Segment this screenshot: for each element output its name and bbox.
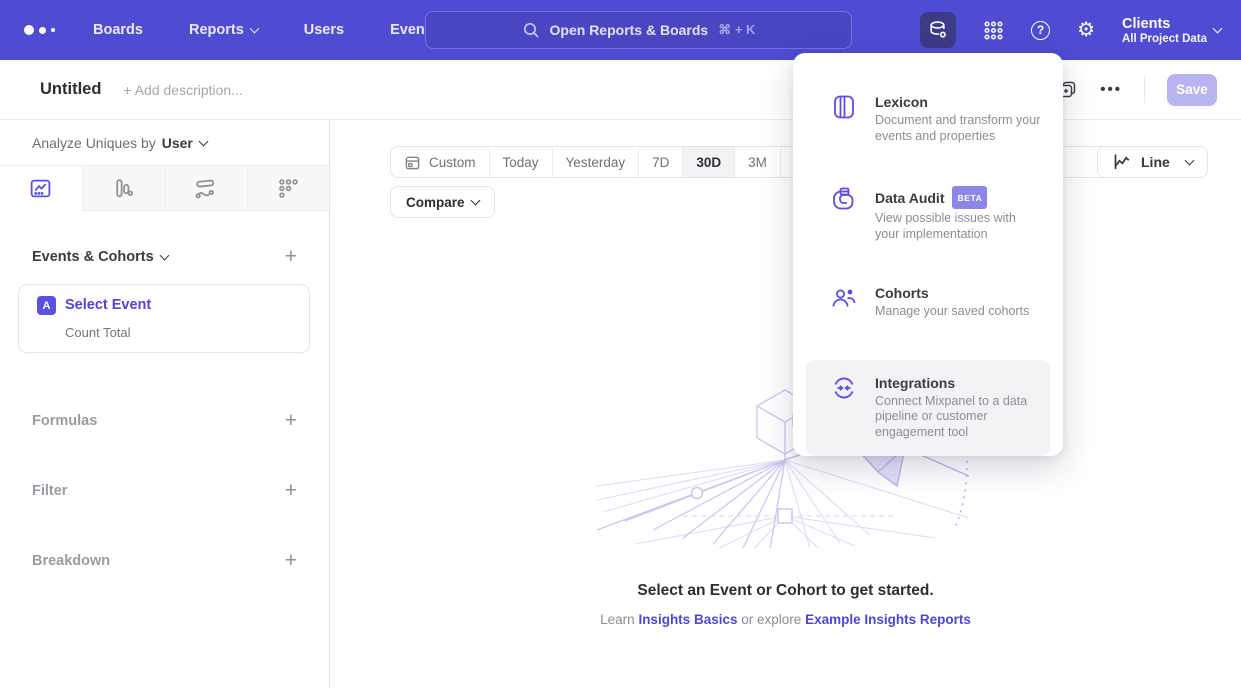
learn-text: Learn — [600, 612, 635, 627]
date-range-3m[interactable]: 3M — [734, 147, 780, 177]
menu-item-data-audit[interactable]: Data Audit BETA View possible issues wit… — [806, 186, 1050, 242]
settings-button[interactable]: ⚙ — [1077, 20, 1095, 40]
chart-area: Custom Today Yesterday 7D 30D 3M 6M Comp… — [330, 120, 1241, 688]
chevron-down-icon — [159, 251, 169, 261]
date-range-custom[interactable]: Custom — [391, 147, 489, 177]
apps-grid-button[interactable] — [983, 20, 1004, 41]
chevron-down-icon — [249, 24, 259, 34]
save-button[interactable]: Save — [1167, 74, 1217, 106]
menu-item-description: Manage your saved cohorts — [875, 304, 1029, 320]
empty-state-links: Learn Insights Basics or explore Example… — [330, 612, 1241, 627]
search-placeholder: Open Reports & Boards — [550, 22, 709, 38]
navbar-actions: ? ⚙ Clients All Project Data — [920, 0, 1221, 60]
event-card[interactable]: A Select Event Count Total — [18, 284, 310, 353]
nav-item-reports[interactable]: Reports — [189, 22, 258, 38]
global-search-input[interactable]: Open Reports & Boards ⌘ + K — [425, 11, 852, 49]
count-type-label[interactable]: Count Total — [65, 325, 131, 340]
project-name: All Project Data — [1122, 33, 1207, 45]
menu-item-description: View possible issues with your implement… — [875, 211, 1042, 242]
date-range-30d[interactable]: 30D — [682, 147, 734, 177]
date-range-today[interactable]: Today — [489, 147, 552, 177]
line-chart-icon — [1112, 152, 1132, 172]
chevron-down-icon — [1184, 156, 1194, 166]
tab-metric[interactable] — [247, 166, 330, 211]
breakdown-header: Breakdown — [32, 553, 110, 569]
top-navbar: Boards Reports Users Events Open Reports… — [0, 0, 1241, 60]
menu-item-cohorts[interactable]: Cohorts Manage your saved cohorts — [806, 284, 1050, 320]
project-selector[interactable]: Clients All Project Data — [1122, 16, 1221, 45]
report-title[interactable]: Untitled — [40, 80, 101, 99]
select-event-label[interactable]: Select Event — [65, 297, 151, 313]
add-event-button[interactable]: + — [285, 247, 297, 267]
data-audit-icon — [830, 186, 858, 214]
divider — [1144, 77, 1145, 103]
add-formula-button[interactable]: + — [285, 411, 297, 431]
example-reports-link[interactable]: Example Insights Reports — [805, 612, 971, 627]
beta-badge: BETA — [952, 186, 987, 209]
menu-item-title: Cohorts — [875, 284, 1029, 302]
menu-item-lexicon[interactable]: Lexicon Document and transform your even… — [806, 93, 1050, 144]
database-gear-icon — [927, 19, 949, 41]
tab-linear-trend[interactable] — [0, 166, 82, 211]
filter-header: Filter — [32, 483, 67, 499]
chart-type-dropdown[interactable]: Line — [1097, 146, 1208, 178]
data-management-menu: Lexicon Document and transform your even… — [793, 53, 1063, 456]
add-filter-button[interactable]: + — [285, 481, 297, 501]
date-range-7d[interactable]: 7D — [638, 147, 682, 177]
cohorts-users-icon — [830, 284, 858, 312]
compare-button[interactable]: Compare — [390, 186, 495, 218]
events-cohorts-header[interactable]: Events & Cohorts — [32, 249, 168, 265]
nav-item-boards[interactable]: Boards — [93, 22, 143, 38]
menu-item-title: Data Audit — [875, 189, 944, 207]
question-mark-icon: ? — [1031, 21, 1050, 40]
measurement-tabs — [0, 165, 329, 211]
chevron-down-icon — [1213, 24, 1223, 34]
lexicon-book-icon — [830, 93, 858, 121]
date-range-control: Custom Today Yesterday 7D 30D 3M 6M — [390, 146, 827, 178]
nav-item-users[interactable]: Users — [304, 22, 344, 38]
mixpanel-logo[interactable] — [24, 25, 55, 35]
tab-bar-chart[interactable] — [82, 166, 165, 211]
menu-item-description: Document and transform your events and p… — [875, 113, 1042, 144]
chevron-down-icon — [470, 196, 480, 206]
chevron-down-icon — [198, 137, 208, 147]
analyze-label: Analyze Uniques by — [32, 135, 156, 151]
menu-item-title: Integrations — [875, 374, 1042, 392]
more-options-button[interactable]: ••• — [1100, 81, 1122, 98]
analyze-by-dropdown[interactable]: User — [162, 135, 207, 151]
calendar-icon — [404, 154, 421, 171]
date-range-yesterday[interactable]: Yesterday — [552, 147, 639, 177]
query-builder-sidebar: Analyze Uniques by User — [0, 120, 330, 688]
line-chart-icon — [29, 177, 52, 200]
series-badge: A — [37, 296, 56, 315]
primary-nav: Boards Reports Users Events — [93, 22, 438, 38]
help-button[interactable]: ? — [1031, 21, 1050, 40]
add-breakdown-button[interactable]: + — [285, 551, 297, 571]
menu-item-description: Connect Mixpanel to a data pipeline or c… — [875, 394, 1042, 441]
formulas-header: Formulas — [32, 413, 97, 429]
gear-icon: ⚙ — [1077, 20, 1095, 40]
menu-item-integrations[interactable]: Integrations Connect Mixpanel to a data … — [806, 360, 1050, 457]
add-description-field[interactable]: + Add description... — [123, 82, 242, 98]
grid-apps-icon — [983, 20, 1004, 41]
integrations-sync-icon — [830, 374, 858, 402]
menu-item-title: Lexicon — [875, 93, 1042, 111]
search-shortcut: ⌘ + K — [718, 22, 755, 38]
tab-flow[interactable] — [164, 166, 247, 211]
search-icon — [522, 21, 540, 39]
data-management-button[interactable] — [920, 12, 956, 48]
bar-chart-icon — [112, 177, 135, 200]
org-name: Clients — [1122, 16, 1207, 33]
empty-state-heading: Select an Event or Cohort to get started… — [330, 582, 1241, 600]
metric-dots-icon — [277, 177, 300, 200]
flow-icon — [194, 177, 217, 200]
explore-text: or explore — [741, 612, 801, 627]
insights-basics-link[interactable]: Insights Basics — [638, 612, 737, 627]
